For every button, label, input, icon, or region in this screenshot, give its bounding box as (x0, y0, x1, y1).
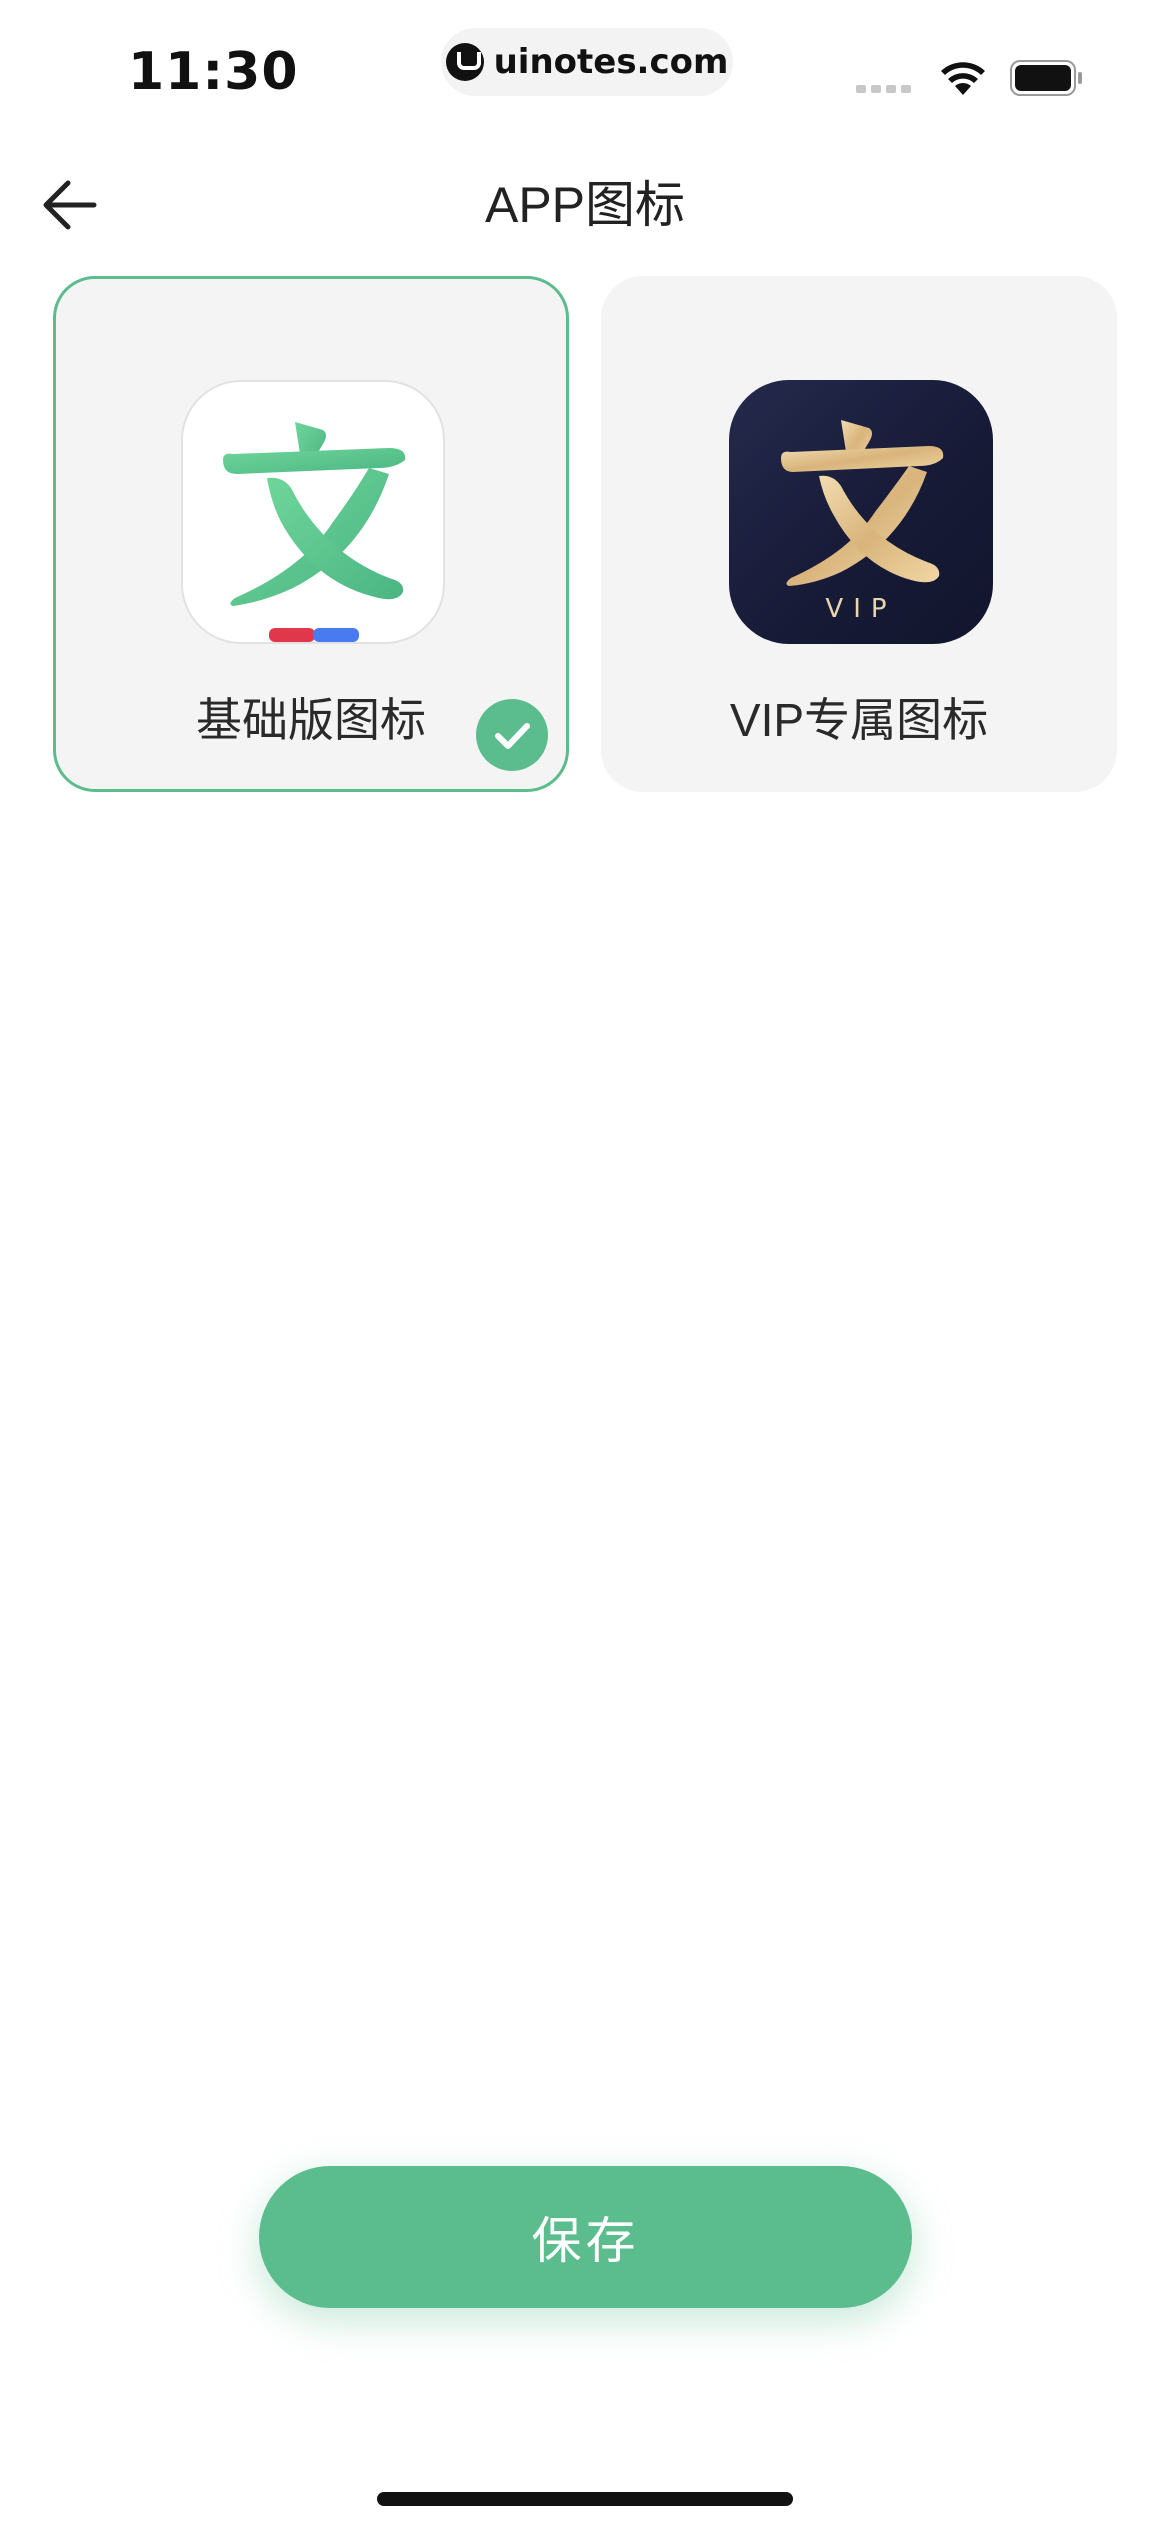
page-title: APP图标 (484, 177, 686, 233)
back-button[interactable] (30, 170, 110, 240)
battery-icon (1010, 60, 1082, 96)
arrow-left-icon (43, 180, 97, 230)
vip-badge-text: VIP (825, 594, 897, 624)
icon-option-basic[interactable]: 基础版图标 (53, 276, 569, 792)
status-time: 11:30 (128, 42, 299, 102)
home-indicator (377, 2492, 793, 2506)
vip-app-icon: VIP (729, 380, 993, 644)
signal-icon (856, 85, 911, 93)
wen-glyph-icon (223, 422, 406, 642)
url-pill[interactable]: uinotes.com (441, 28, 733, 96)
status-bar: 11:30 uinotes.com (0, 0, 1170, 150)
save-button[interactable]: 保存 (259, 2166, 912, 2308)
url-text: uinotes.com (493, 42, 729, 82)
basic-app-icon (181, 380, 445, 644)
check-icon (476, 699, 548, 771)
icon-option-label: VIP专属图标 (729, 694, 989, 746)
wifi-icon (941, 62, 985, 95)
save-button-label: 保存 (531, 2213, 640, 2269)
icon-option-vip[interactable]: VIP VIP专属图标 (601, 276, 1117, 792)
site-logo-icon (445, 43, 484, 81)
nav-bar: APP图标 (0, 150, 1170, 260)
